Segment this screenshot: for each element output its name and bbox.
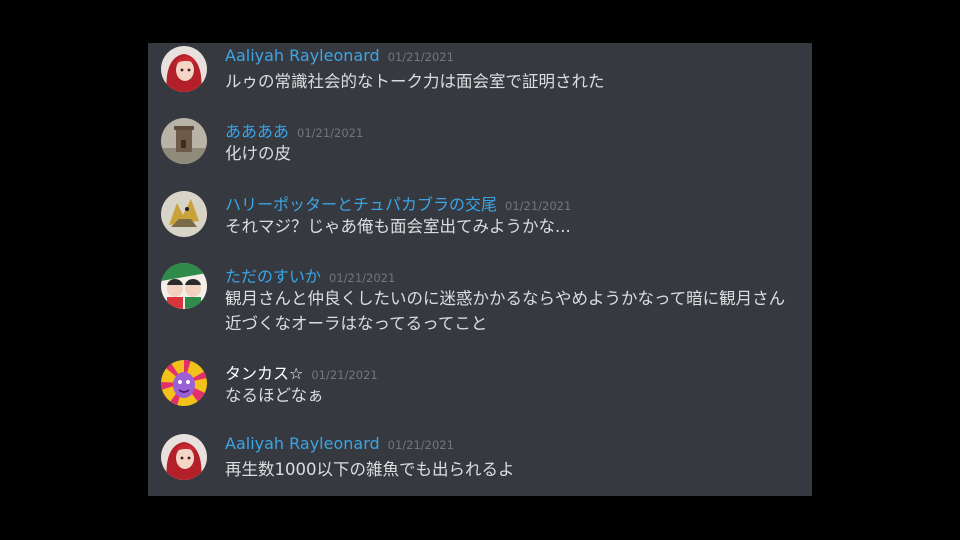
message-header: ただのすいか 01/21/2021 [225, 263, 395, 287]
message-content: 観月さんと仲良くしたいのに迷惑かかるならやめようかなって暗に観月さん近づくなオー… [225, 289, 786, 333]
username[interactable]: ああああ [225, 122, 289, 141]
message-content: 再生数1000以下の雑魚でも出られるよ [225, 460, 515, 479]
message-header: ハリーポッターとチュパカブラの交尾 01/21/2021 [225, 191, 571, 215]
message-content: ルゥの常識社会的なトーク力は面会室で証明された [225, 72, 605, 91]
message-content: 化けの皮 [225, 144, 291, 163]
chat-message-list: Aaliyah Rayleonard 01/21/2021 ルゥの常識社会的なトー… [148, 43, 812, 496]
message-header: Aaliyah Rayleonard 01/21/2021 [225, 46, 454, 70]
timestamp: 01/21/2021 [311, 368, 378, 382]
message-header: Aaliyah Rayleonard 01/21/2021 [225, 434, 454, 458]
timestamp: 01/21/2021 [387, 438, 454, 452]
timestamp: 01/21/2021 [329, 271, 396, 285]
timestamp: 01/21/2021 [387, 50, 454, 64]
purple-character-sunburst-icon[interactable] [161, 360, 207, 406]
stone-tower-icon[interactable] [161, 118, 207, 164]
red-hair-anime-girl-icon[interactable] [161, 46, 207, 92]
username[interactable]: Aaliyah Rayleonard [225, 46, 380, 65]
username[interactable]: ただのすいか [225, 267, 321, 286]
red-hair-anime-girl-icon[interactable] [161, 434, 207, 480]
username[interactable]: Aaliyah Rayleonard [225, 434, 380, 453]
message-content: なるほどなぁ [225, 386, 324, 405]
username[interactable]: ハリーポッターとチュパカブラの交尾 [225, 195, 497, 214]
timestamp: 01/21/2021 [297, 126, 364, 140]
username[interactable]: タンカス☆ [225, 364, 303, 383]
timestamp: 01/21/2021 [505, 199, 572, 213]
message-header: ああああ 01/21/2021 [225, 118, 363, 142]
message-header: タンカス☆ 01/21/2021 [225, 360, 378, 384]
watermelon-characters-icon[interactable] [161, 263, 207, 309]
message-content: それマジ？じゃあ俺も面会室出てみようかな... [225, 217, 571, 236]
creature-drawing-icon[interactable] [161, 191, 207, 237]
